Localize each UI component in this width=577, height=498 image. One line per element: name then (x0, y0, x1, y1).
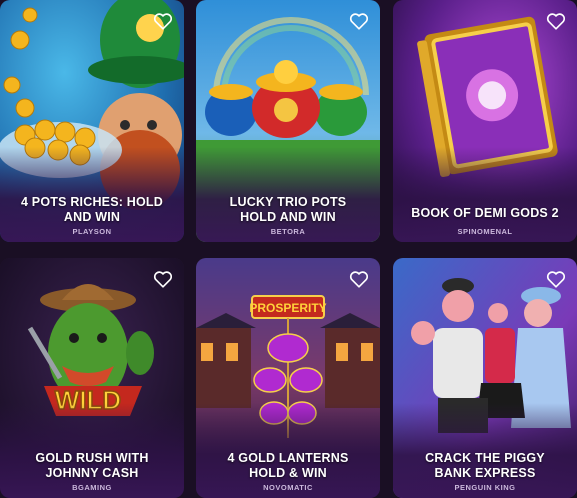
game-provider: SPINOMENAL (457, 227, 513, 236)
game-title: LUCKY TRIO POTS HOLD AND WIN (202, 195, 374, 225)
game-card[interactable]: WILD GOLD RUSH WITH JOHNNY CASH BGAMING (0, 258, 184, 498)
game-provider: PENGUIN KING (454, 483, 516, 492)
game-title: 4 POTS RICHES: HOLD AND WIN (6, 195, 178, 225)
game-title-line: 4 GOLD LANTERNS (227, 451, 349, 465)
game-provider: PLAYSON (72, 227, 112, 236)
game-title-line: BANK EXPRESS (434, 466, 536, 480)
heart-outline-icon[interactable] (348, 10, 370, 32)
game-provider: BETORA (270, 227, 306, 236)
game-title-line: AND WIN (63, 210, 121, 224)
game-card[interactable]: BOOK OF DEMI GODS 2 SPINOMENAL (393, 0, 577, 242)
game-card[interactable]: CRACK THE PIGGY BANK EXPRESS PENGUIN KIN… (393, 258, 577, 498)
game-title-line: HOLD & WIN (249, 466, 327, 480)
game-title: GOLD RUSH WITH JOHNNY CASH (6, 451, 178, 481)
game-card[interactable]: 4 POTS RICHES: HOLD AND WIN PLAYSON (0, 0, 184, 242)
game-provider: NOVOMATIC (263, 483, 313, 492)
game-title-line: 4 POTS RICHES: HOLD (20, 195, 163, 209)
game-title: BOOK OF DEMI GODS 2 (399, 206, 571, 221)
game-title-line: GOLD RUSH WITH (35, 451, 149, 465)
game-title-line: LUCKY TRIO POTS (229, 195, 347, 209)
heart-outline-icon[interactable] (152, 10, 174, 32)
game-grid: 4 POTS RICHES: HOLD AND WIN PLAYSON LUCK… (0, 0, 577, 498)
heart-outline-icon[interactable] (545, 268, 567, 290)
game-title: 4 GOLD LANTERNS HOLD & WIN (202, 451, 374, 481)
heart-outline-icon[interactable] (348, 268, 370, 290)
game-provider: BGAMING (72, 483, 112, 492)
game-title: CRACK THE PIGGY BANK EXPRESS (399, 451, 571, 481)
prosperity-art-text: PROSPERITY (249, 301, 326, 315)
game-title-line: JOHNNY CASH (45, 466, 139, 480)
game-card[interactable]: LUCKY TRIO POTS HOLD AND WIN BETORA (196, 0, 380, 242)
game-title-line: BOOK OF DEMI GODS 2 (411, 206, 559, 220)
game-card[interactable]: PROSPERITY 4 GOLD LANTERNS HOLD & WIN NO… (196, 258, 380, 498)
game-title-line: HOLD AND WIN (240, 210, 336, 224)
heart-outline-icon[interactable] (545, 10, 567, 32)
heart-outline-icon[interactable] (152, 268, 174, 290)
game-title-line: CRACK THE PIGGY (425, 451, 545, 465)
